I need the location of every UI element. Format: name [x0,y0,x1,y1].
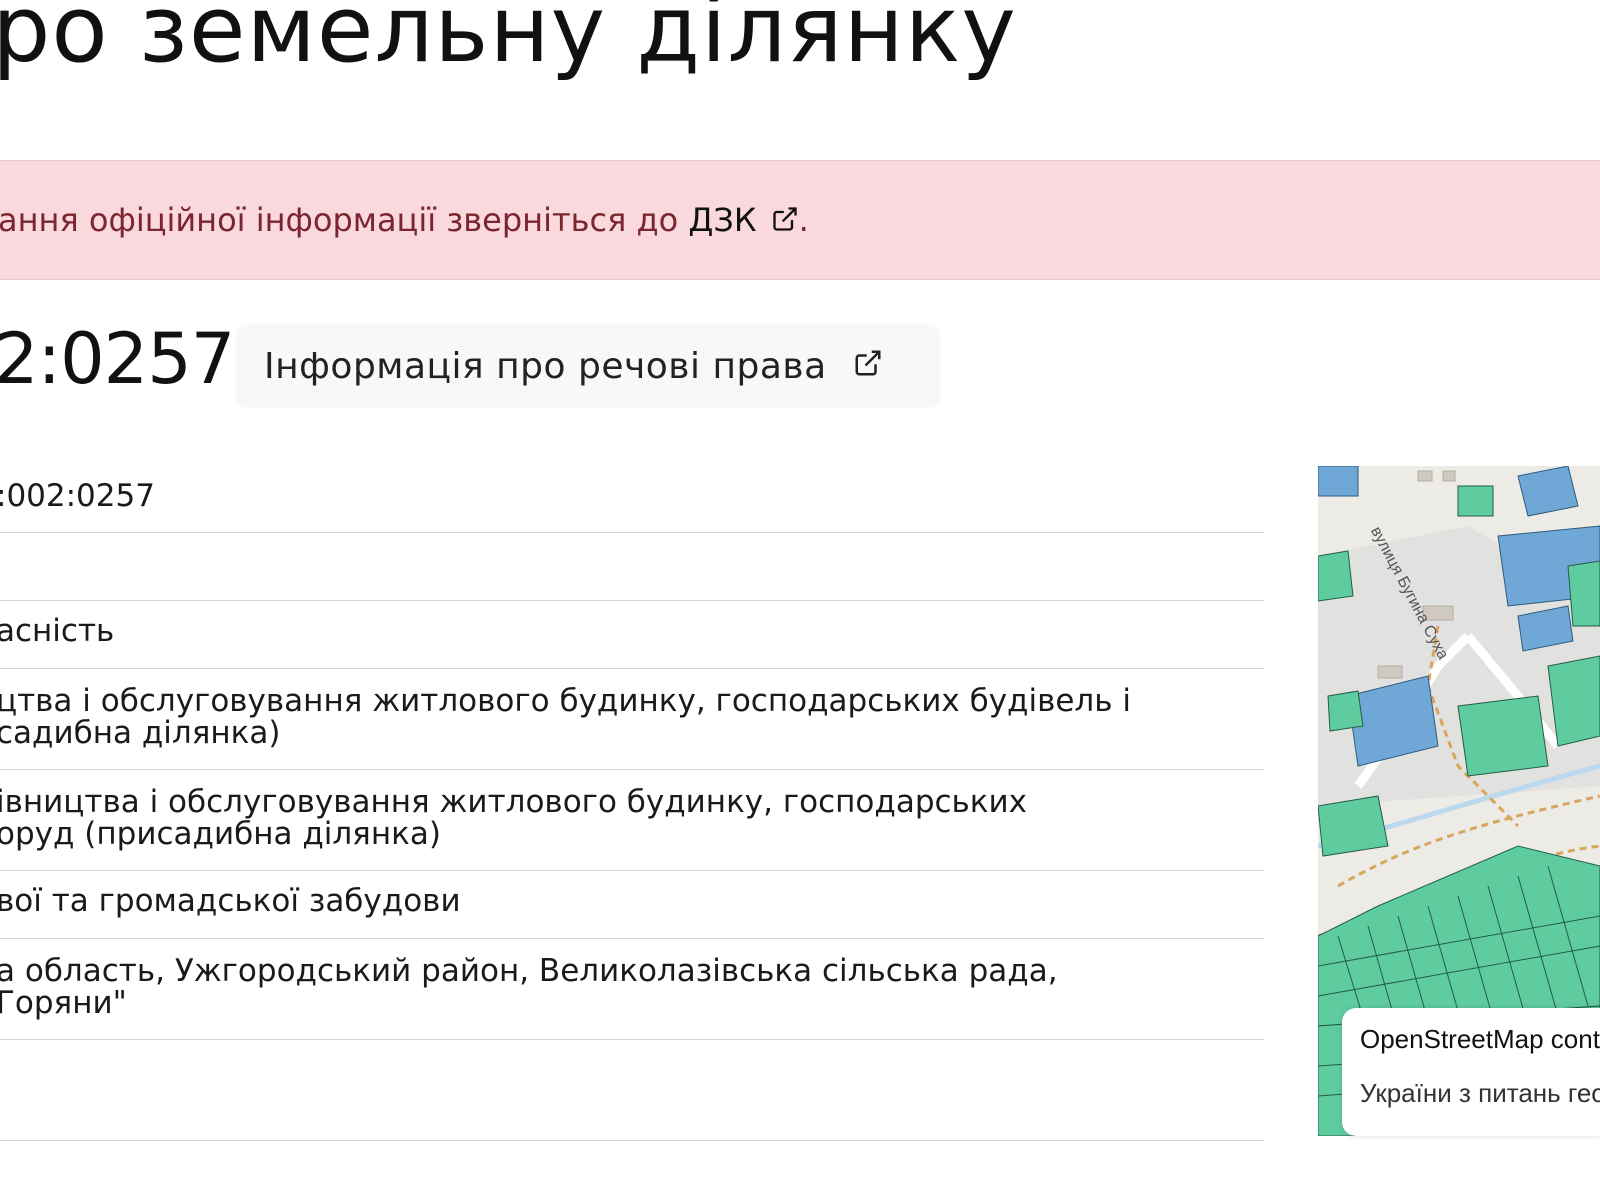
detail-row: :002:0257 [0,466,1264,533]
warning-banner: ання офіційної інформації зверніться до … [0,160,1600,280]
dzk-link-label: ДЗК [688,201,757,239]
external-link-icon [853,346,883,387]
detail-value: цтва і обслуговування житлового будинку,… [0,685,1131,749]
detail-row: а область, Ужгородський район, Великолаз… [0,939,1264,1040]
property-rights-label: Інформація про речові права [264,345,827,387]
detail-value: а область, Ужгородський район, Великолаз… [0,955,1058,1019]
page-title: ро земельну ділянку [0,0,1017,83]
detail-row [0,1040,1264,1141]
detail-row: цтва і обслуговування житлового будинку,… [0,669,1264,770]
detail-value: асність [0,613,115,649]
detail-value: :002:0257 [0,478,155,514]
detail-value-line: оруд (присадибна ділянка) [0,816,441,852]
detail-value-line: івництва і обслуговування житлового буди… [0,784,1028,820]
dzk-link[interactable]: ДЗК [688,201,798,239]
detail-value-line: садибна ділянка) [0,715,281,751]
detail-row: івництва і обслуговування житлового буди… [0,770,1264,871]
detail-value: івництва і обслуговування житлового буди… [0,786,1027,850]
detail-value-line: а область, Ужгородський район, Великолаз… [0,953,1058,989]
cadastral-number: 2:0257 [0,318,235,400]
detail-row: асність [0,601,1264,669]
attribution-line: України з питань гео [1360,1078,1600,1108]
detail-value-line: цтва і обслуговування житлового будинку,… [0,683,1131,719]
attribution-line[interactable]: OpenStreetMap cont [1360,1024,1600,1055]
detail-row [0,533,1264,601]
parcel-details-list: :002:0257 асність цтва і обслуговування … [0,466,1264,1141]
map-attribution: OpenStreetMap cont України з питань гео [1342,1008,1600,1136]
property-rights-button[interactable]: Інформація про речові права [236,324,940,408]
warning-text-before: ання офіційної інформації зверніться до [0,201,689,239]
external-link-icon [771,203,799,241]
warning-text-after: . [798,201,809,239]
detail-value: вої та громадської забудови [0,883,461,919]
warning-text: ання офіційної інформації зверніться до … [0,201,809,241]
detail-value-line: Горяни" [0,985,127,1021]
detail-row: вої та громадської забудови [0,871,1264,939]
